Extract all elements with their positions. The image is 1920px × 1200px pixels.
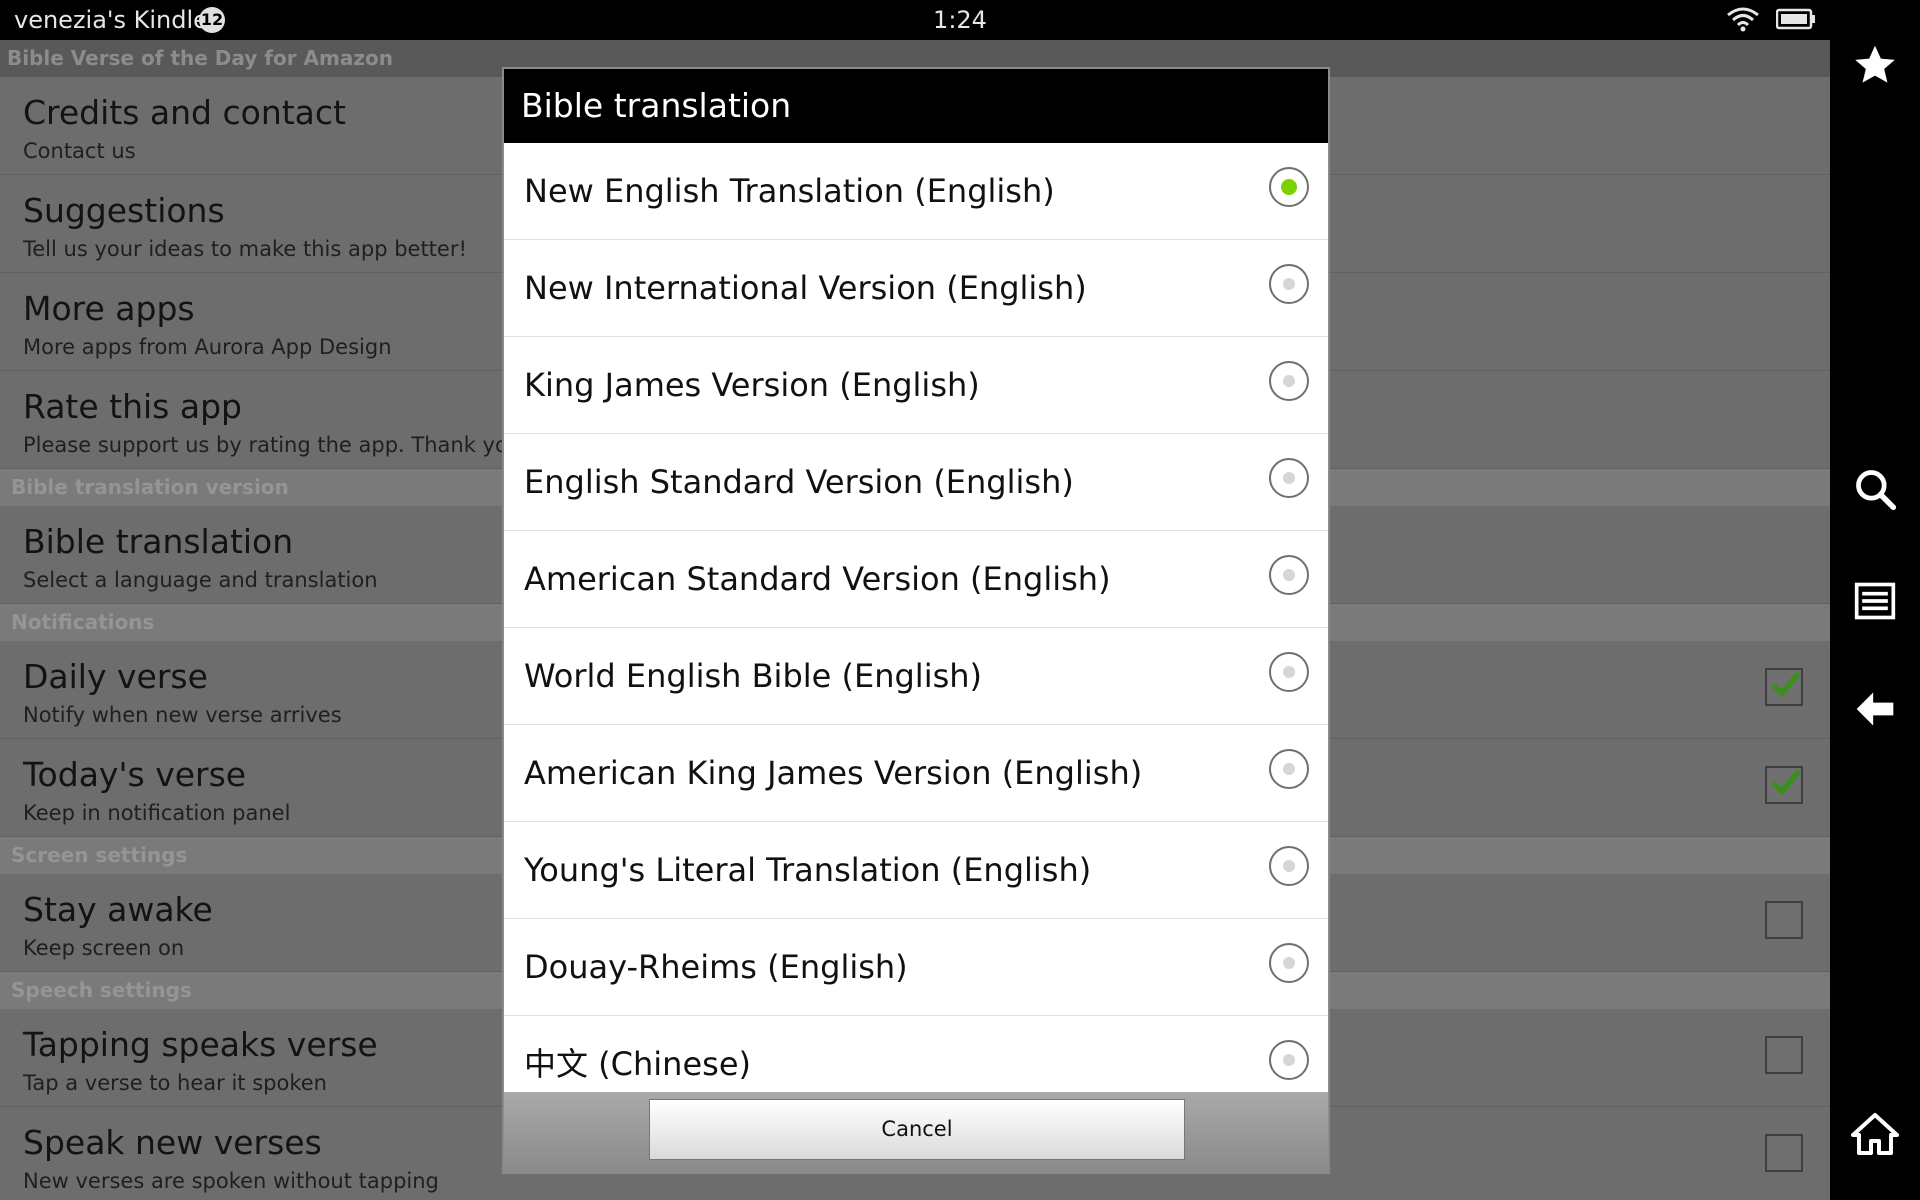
pref-summary: More apps from Aurora App Design: [23, 335, 392, 359]
translation-option[interactable]: King James Version (English): [504, 337, 1328, 434]
radio-button[interactable]: [1269, 167, 1309, 207]
translation-option-label: American Standard Version (English): [524, 560, 1111, 598]
clock: 1:24: [933, 6, 987, 34]
search-button[interactable]: [1830, 454, 1920, 524]
pref-summary: Please support us by rating the app. Tha…: [23, 433, 530, 457]
pref-title: Credits and contact: [23, 93, 346, 132]
pref-title: Tapping speaks verse: [23, 1025, 378, 1064]
radio-dot: [1283, 375, 1295, 387]
translation-option-label: New English Translation (English): [524, 172, 1055, 210]
radio-dot: [1283, 957, 1295, 969]
pref-summary: Contact us: [23, 139, 136, 163]
radio-button[interactable]: [1269, 943, 1309, 983]
translation-option[interactable]: English Standard Version (English): [504, 434, 1328, 531]
translation-option-label: 中文 (Chinese): [524, 1045, 751, 1083]
back-arrow-icon: [1856, 692, 1894, 726]
tapping-speaks-checkbox[interactable]: [1765, 1036, 1803, 1074]
check-mark-icon: [1771, 770, 1801, 795]
radio-button[interactable]: [1269, 749, 1309, 789]
radio-button[interactable]: [1269, 264, 1309, 304]
menu-button[interactable]: [1830, 566, 1920, 636]
pref-summary: Tap a verse to hear it spoken: [23, 1071, 327, 1095]
pref-summary: New verses are spoken without tapping: [23, 1169, 439, 1193]
pref-summary: Keep in notification panel: [23, 801, 291, 825]
wifi-icon: [1726, 6, 1760, 36]
translation-option-list[interactable]: New English Translation (English) New Int…: [504, 143, 1328, 1092]
pref-summary: Tell us your ideas to make this app bett…: [23, 237, 467, 261]
home-button[interactable]: [1830, 1100, 1920, 1170]
check-mark-icon: [1771, 672, 1801, 697]
battery-icon: [1775, 8, 1816, 34]
pref-title: Bible translation: [23, 522, 294, 561]
radio-button[interactable]: [1269, 555, 1309, 595]
back-button[interactable]: [1830, 674, 1920, 744]
translation-option[interactable]: 中文 (Chinese): [504, 1016, 1328, 1092]
stay-awake-checkbox[interactable]: [1765, 901, 1803, 939]
radio-dot: [1283, 472, 1295, 484]
pref-title: Rate this app: [23, 387, 242, 426]
translation-option[interactable]: American Standard Version (English): [504, 531, 1328, 628]
translation-option-label: English Standard Version (English): [524, 463, 1074, 501]
dialog-footer: Cancel: [504, 1092, 1328, 1172]
status-bar: venezia's Kindle 12 1:24: [0, 0, 1830, 40]
star-icon: [1855, 45, 1895, 83]
translation-option[interactable]: New International Version (English): [504, 240, 1328, 337]
radio-button[interactable]: [1269, 458, 1309, 498]
pref-summary: Select a language and translation: [23, 568, 378, 592]
translation-option-label: American King James Version (English): [524, 754, 1143, 792]
pref-title: More apps: [23, 289, 195, 328]
radio-dot: [1283, 1054, 1295, 1066]
pref-summary: Keep screen on: [23, 936, 185, 960]
search-icon: [1856, 470, 1897, 511]
radio-dot: [1281, 179, 1297, 195]
todays-verse-checkbox[interactable]: [1765, 766, 1803, 804]
radio-dot: [1283, 763, 1295, 775]
cancel-button[interactable]: Cancel: [649, 1099, 1185, 1160]
translation-option[interactable]: World English Bible (English): [504, 628, 1328, 725]
translation-option-label: New International Version (English): [524, 269, 1087, 307]
daily-verse-checkbox[interactable]: [1765, 668, 1803, 706]
speak-new-checkbox[interactable]: [1765, 1134, 1803, 1172]
pref-title: Suggestions: [23, 191, 225, 230]
favorites-button[interactable]: [1830, 30, 1920, 100]
translation-option[interactable]: Douay-Rheims (English): [504, 919, 1328, 1016]
nav-bar: [1830, 0, 1920, 1200]
dialog-title: Bible translation: [504, 69, 1328, 143]
translation-option[interactable]: American King James Version (English): [504, 725, 1328, 822]
bible-translation-dialog: Bible translation New English Translatio…: [502, 67, 1330, 1174]
radio-button[interactable]: [1269, 846, 1309, 886]
translation-option-label: Douay-Rheims (English): [524, 948, 908, 986]
pref-title: Daily verse: [23, 657, 208, 696]
translation-option-label: Young's Literal Translation (English): [524, 851, 1092, 889]
radio-dot: [1283, 278, 1295, 290]
translation-option[interactable]: New English Translation (English): [504, 143, 1328, 240]
pref-title: Speak new verses: [23, 1123, 322, 1162]
radio-dot: [1283, 666, 1295, 678]
radio-dot: [1283, 569, 1295, 581]
radio-dot: [1283, 860, 1295, 872]
pref-summary: Notify when new verse arrives: [23, 703, 342, 727]
pref-title: Stay awake: [23, 890, 213, 929]
translation-option-label: World English Bible (English): [524, 657, 983, 695]
translation-option[interactable]: Young's Literal Translation (English): [504, 822, 1328, 919]
translation-option-label: King James Version (English): [524, 366, 980, 404]
radio-button[interactable]: [1269, 361, 1309, 401]
radio-button[interactable]: [1269, 1040, 1309, 1080]
menu-icon: [1854, 582, 1896, 620]
pref-title: Today's verse: [23, 755, 247, 794]
home-icon: [1851, 1113, 1899, 1155]
radio-button[interactable]: [1269, 652, 1309, 692]
